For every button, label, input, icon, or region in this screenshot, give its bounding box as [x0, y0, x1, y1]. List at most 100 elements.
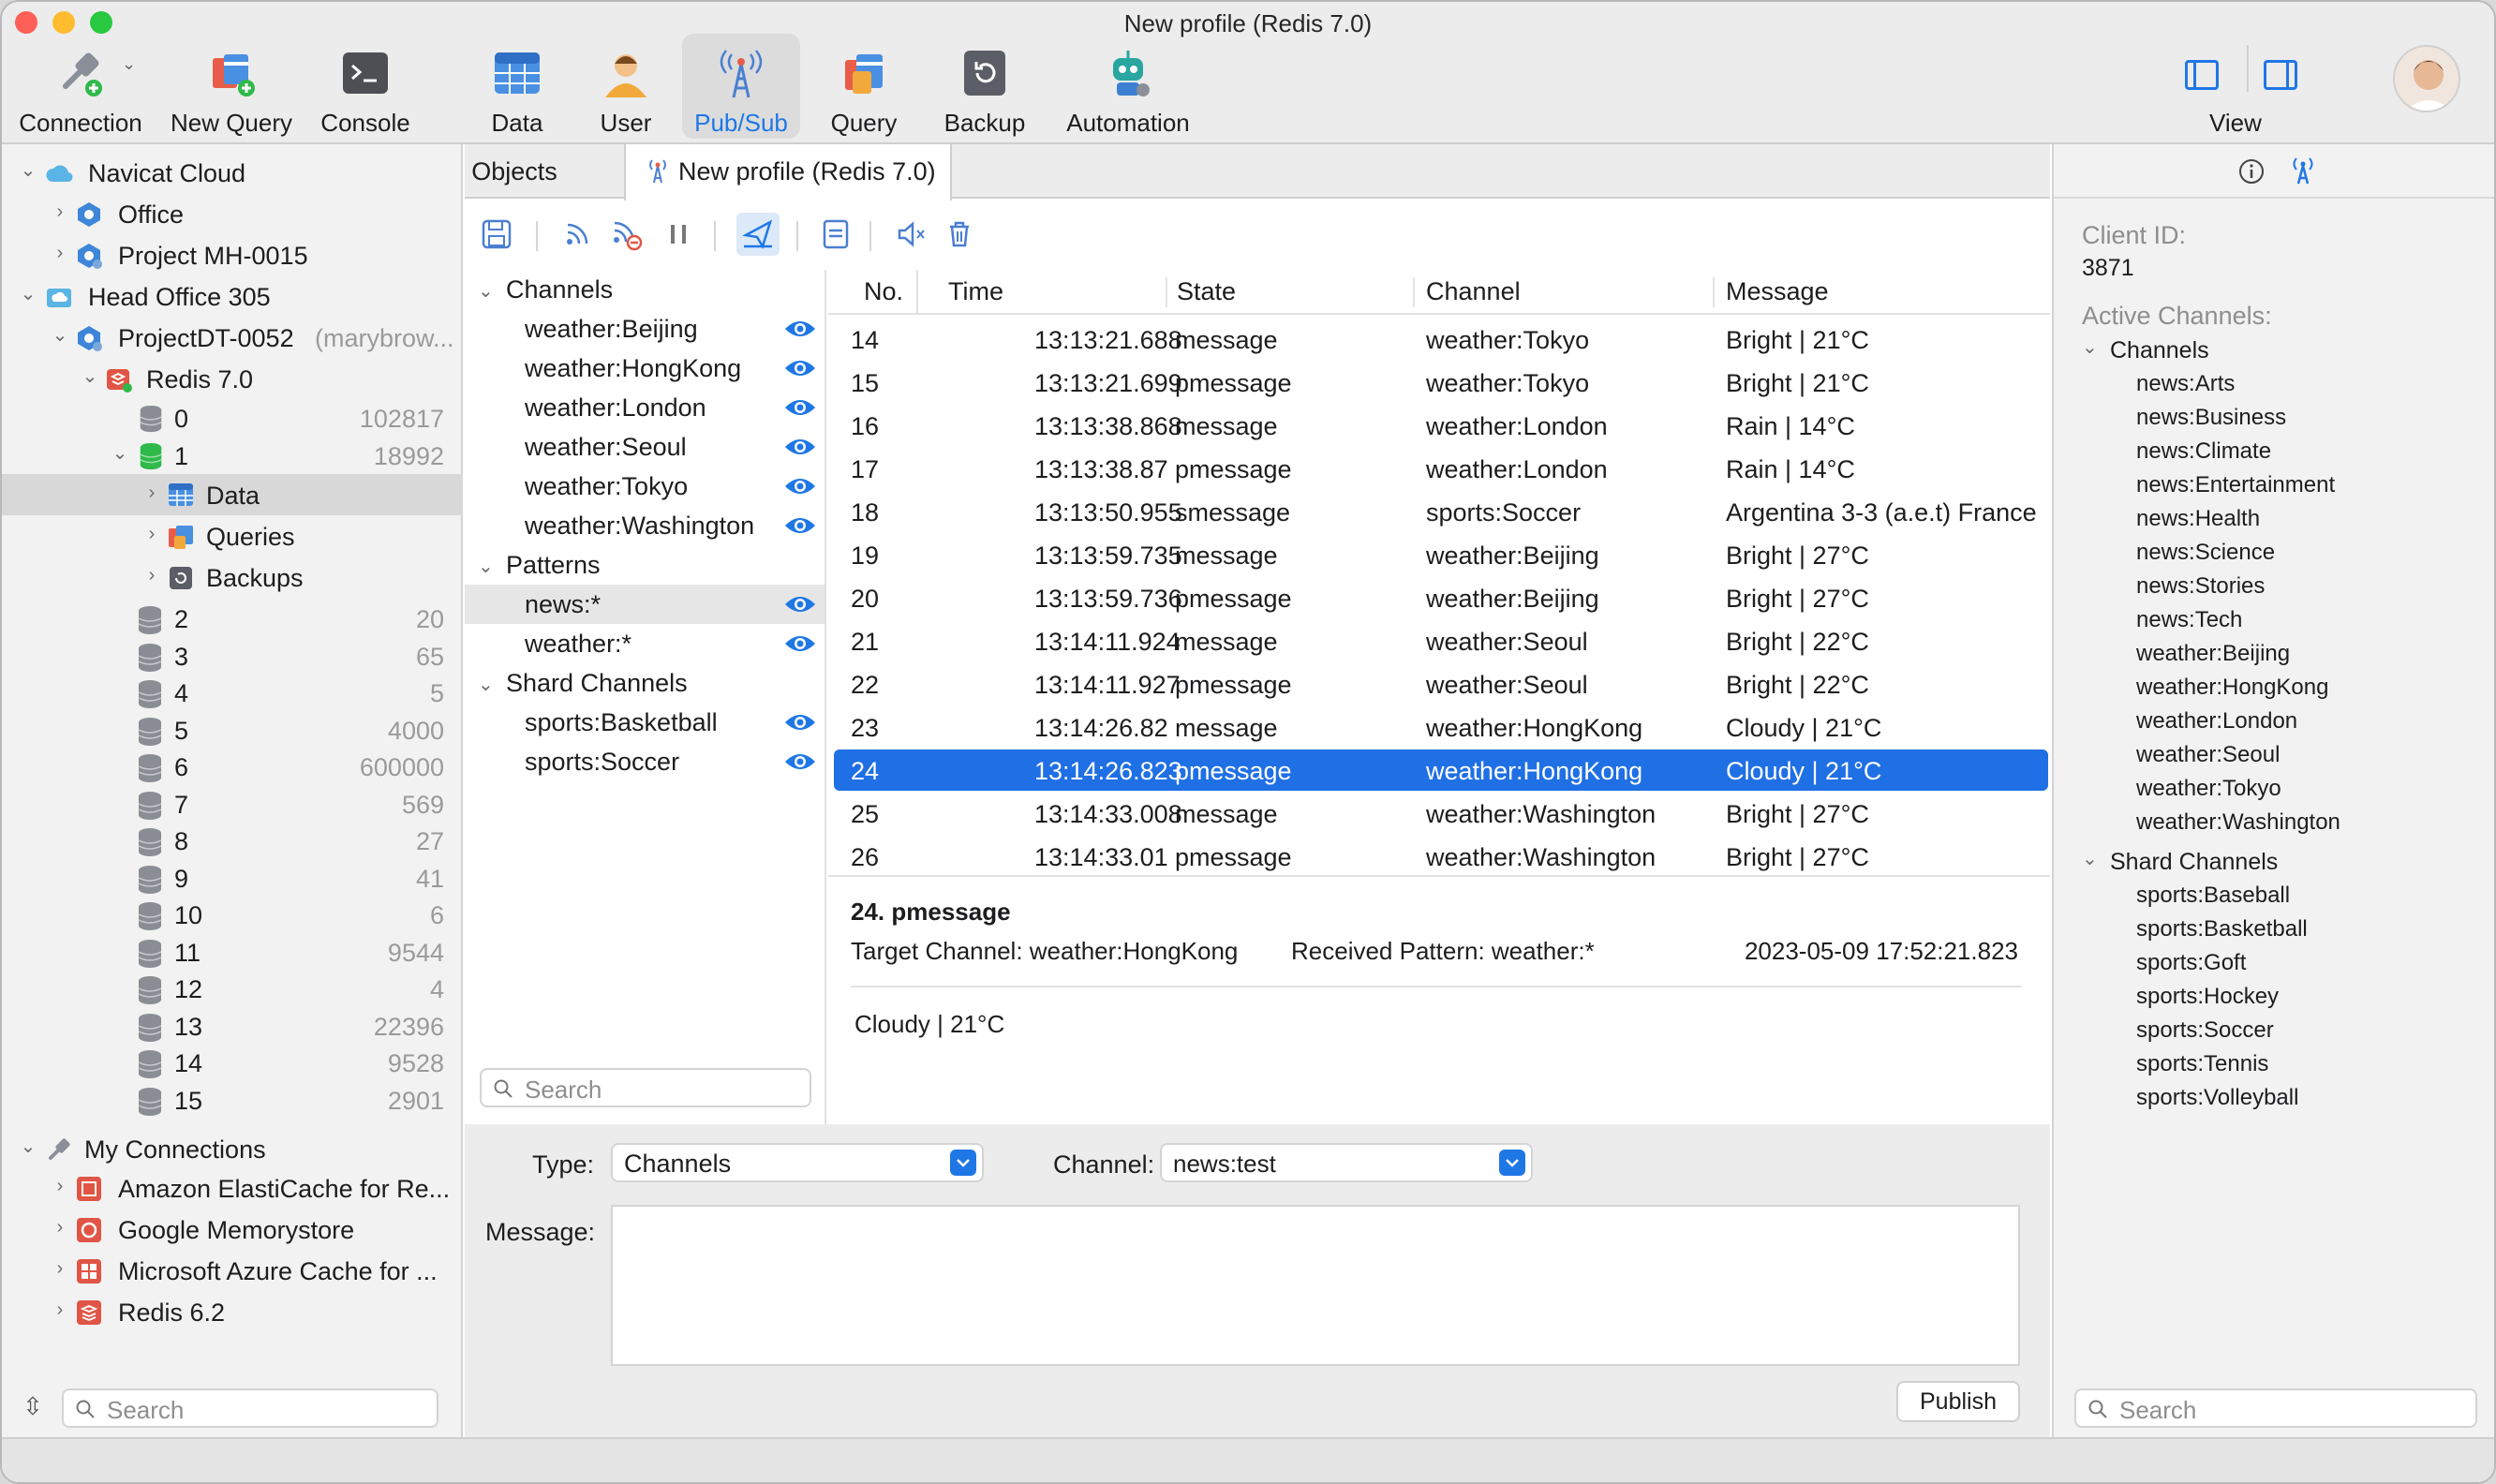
tree-item-data[interactable]: › Data — [2, 474, 463, 515]
pause-icon[interactable] — [660, 215, 697, 253]
connection-button[interactable]: ⌄ Connection — [6, 34, 156, 139]
eye-icon[interactable] — [783, 591, 817, 617]
chevron-down-icon[interactable]: ⌄ — [51, 326, 69, 345]
chevron-right-icon[interactable]: › — [51, 1259, 69, 1278]
console-button[interactable]: Console — [307, 34, 423, 139]
tree-item-db-9[interactable]: 9 41 — [2, 859, 463, 897]
mute-icon[interactable] — [892, 215, 929, 253]
active-channel-item[interactable]: sports:Goft — [2136, 950, 2246, 976]
column-header-state[interactable]: State — [1177, 270, 1280, 313]
column-header-channel[interactable]: Channel — [1426, 270, 1538, 313]
active-channel-item[interactable]: sports:Basketball — [2136, 916, 2308, 942]
tree-item-db-7[interactable]: 7 569 — [2, 785, 463, 823]
save-icon[interactable] — [478, 215, 515, 253]
column-header-time[interactable]: Time — [948, 270, 1055, 313]
subscription-item[interactable]: weather:* — [465, 624, 825, 663]
tree-item-db-12[interactable]: 12 4 — [2, 970, 463, 1007]
tree-item-queries[interactable]: › Queries — [2, 517, 463, 555]
eye-icon[interactable] — [783, 394, 817, 421]
tree-item-backups[interactable]: › Backups — [2, 558, 463, 596]
info-search-input[interactable]: Search — [2074, 1388, 2477, 1428]
active-channel-item[interactable]: sports:Volleyball — [2136, 1085, 2298, 1111]
active-channel-item[interactable]: sports:Baseball — [2136, 883, 2290, 909]
tree-item-my-connections[interactable]: ⌄ My Connections — [2, 1130, 463, 1167]
active-channel-item[interactable]: weather:HongKong — [2136, 675, 2328, 701]
publish-toggle-icon[interactable] — [736, 213, 780, 256]
tree-item-office[interactable]: › Office — [2, 195, 463, 232]
chevron-down-icon[interactable] — [1499, 1150, 1525, 1176]
tree-item-project-mh[interactable]: › Project MH-0015 — [2, 236, 463, 274]
active-channel-item[interactable]: news:Tech — [2136, 607, 2242, 633]
data-button[interactable]: Data — [470, 34, 564, 139]
active-channel-item[interactable]: news:Business — [2136, 405, 2286, 431]
eye-icon[interactable] — [783, 316, 817, 342]
eye-icon[interactable] — [783, 631, 817, 657]
subscription-item[interactable]: weather:Washington — [465, 506, 825, 545]
chevron-right-icon[interactable]: › — [142, 566, 161, 585]
tree-item-db-11[interactable]: 11 9544 — [2, 933, 463, 971]
chevron-down-icon[interactable]: ⌄ — [81, 367, 99, 386]
tree-item-db-13[interactable]: 13 22396 — [2, 1007, 463, 1045]
tree-item-db-3[interactable]: 3 65 — [2, 637, 463, 675]
section-patterns[interactable]: ⌄ Patterns — [465, 545, 825, 585]
tree-item-redis7[interactable]: ⌄ Redis 7.0 — [2, 360, 463, 397]
tree-item-db-4[interactable]: 45 — [2, 674, 463, 711]
message-detail-icon[interactable] — [817, 215, 854, 253]
active-channel-item[interactable]: sports:Hockey — [2136, 984, 2279, 1010]
table-row[interactable]: 14 13:13:21.688 message weather:Tokyo Bright… — [834, 319, 2048, 360]
active-channel-item[interactable]: sports:Soccer — [2136, 1017, 2274, 1044]
subscription-item[interactable]: sports:Soccer — [465, 742, 825, 781]
type-select[interactable]: Channels — [611, 1143, 984, 1182]
tree-item-project-dt[interactable]: ⌄ ProjectDT-0052 (marybrow... — [2, 319, 463, 356]
avatar[interactable] — [2393, 45, 2460, 112]
table-row[interactable]: 16 13:13:38.868 message weather:London Rain … — [834, 405, 2048, 446]
channel-combo-input[interactable]: news:test — [1160, 1143, 1533, 1182]
eye-icon[interactable] — [783, 749, 817, 775]
channels-search-input[interactable]: Search — [480, 1068, 811, 1107]
chevron-down-icon[interactable]: ⌄ — [478, 673, 494, 696]
tree-item-db-5[interactable]: 5 4000 — [2, 711, 463, 749]
eye-icon[interactable] — [783, 434, 817, 460]
tree-item-elasticache[interactable]: › Amazon ElastiCache for Re... — [2, 1169, 463, 1207]
active-channel-item[interactable]: news:Science — [2136, 540, 2275, 566]
user-button[interactable]: User — [579, 34, 673, 139]
subscription-item[interactable]: weather:Tokyo — [465, 467, 825, 506]
chevron-right-icon[interactable]: › — [142, 483, 161, 502]
pubsub-button[interactable]: Pub/Sub — [682, 34, 800, 139]
eye-icon[interactable] — [783, 355, 817, 381]
tree-item-db-15[interactable]: 15 2901 — [2, 1081, 463, 1119]
tree-item-db-14[interactable]: 14 9528 — [2, 1044, 463, 1081]
table-row[interactable]: 19 13:13:59.735 message weather:Beijing Brig… — [834, 534, 2048, 575]
chevron-right-icon[interactable]: › — [142, 525, 161, 543]
subscription-item[interactable]: news:* — [465, 585, 825, 624]
chevron-right-icon[interactable]: › — [51, 1177, 69, 1195]
chevron-down-icon[interactable]: ⌄ — [2082, 847, 2098, 870]
info-icon[interactable] — [2237, 157, 2266, 186]
section-channels[interactable]: ⌄ Channels — [465, 270, 825, 309]
active-channel-item[interactable]: weather:Seoul — [2136, 742, 2280, 768]
table-row[interactable]: 23 13:14:26.82 message weather:HongKong Clou… — [834, 706, 2048, 748]
query-button[interactable]: Query — [817, 34, 911, 139]
chevron-down-icon[interactable] — [950, 1150, 976, 1176]
broadcast-tower-icon[interactable] — [2288, 156, 2318, 186]
subscription-item[interactable]: weather:Seoul — [465, 427, 825, 467]
active-channel-item[interactable]: news:Entertainment — [2136, 472, 2335, 498]
eye-icon[interactable] — [783, 709, 817, 735]
active-channel-item[interactable]: news:Arts — [2136, 371, 2235, 397]
column-header-no[interactable]: No. — [856, 270, 918, 313]
chevron-down-icon[interactable]: ⌄ — [19, 285, 37, 304]
table-row[interactable]: 21 13:14:11.924 message weather:Seoul Bright… — [834, 620, 2048, 661]
tree-item-redis62[interactable]: › Redis 6.2 — [2, 1293, 463, 1330]
tree-item-navicat-cloud[interactable]: ⌄ Navicat Cloud — [2, 154, 463, 191]
chevron-down-icon[interactable]: ⌄ — [111, 444, 129, 463]
chevron-down-icon[interactable]: ⌄ — [2082, 335, 2098, 359]
tree-item-db-1[interactable]: ⌄ 1 18992 — [2, 437, 463, 474]
filter-sort-icon[interactable]: ⇳ — [22, 1392, 43, 1422]
subscribe-icon[interactable] — [558, 215, 596, 253]
tab-objects[interactable]: Objects — [465, 144, 564, 199]
clear-trash-icon[interactable] — [941, 215, 978, 253]
toggle-sidebar-left-icon[interactable] — [2185, 60, 2219, 90]
chevron-right-icon[interactable]: › — [51, 244, 69, 262]
table-row[interactable]: 25 13:14:33.008 message weather:Washington B… — [834, 793, 2048, 834]
tree-item-db-8[interactable]: 8 27 — [2, 822, 463, 859]
